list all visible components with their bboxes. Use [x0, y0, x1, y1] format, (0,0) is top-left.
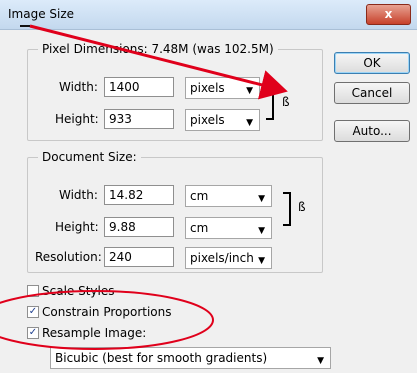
annotation-overlay [0, 24, 288, 350]
annotation-arrow [29, 24, 288, 100]
annotation-ellipse [0, 290, 214, 350]
